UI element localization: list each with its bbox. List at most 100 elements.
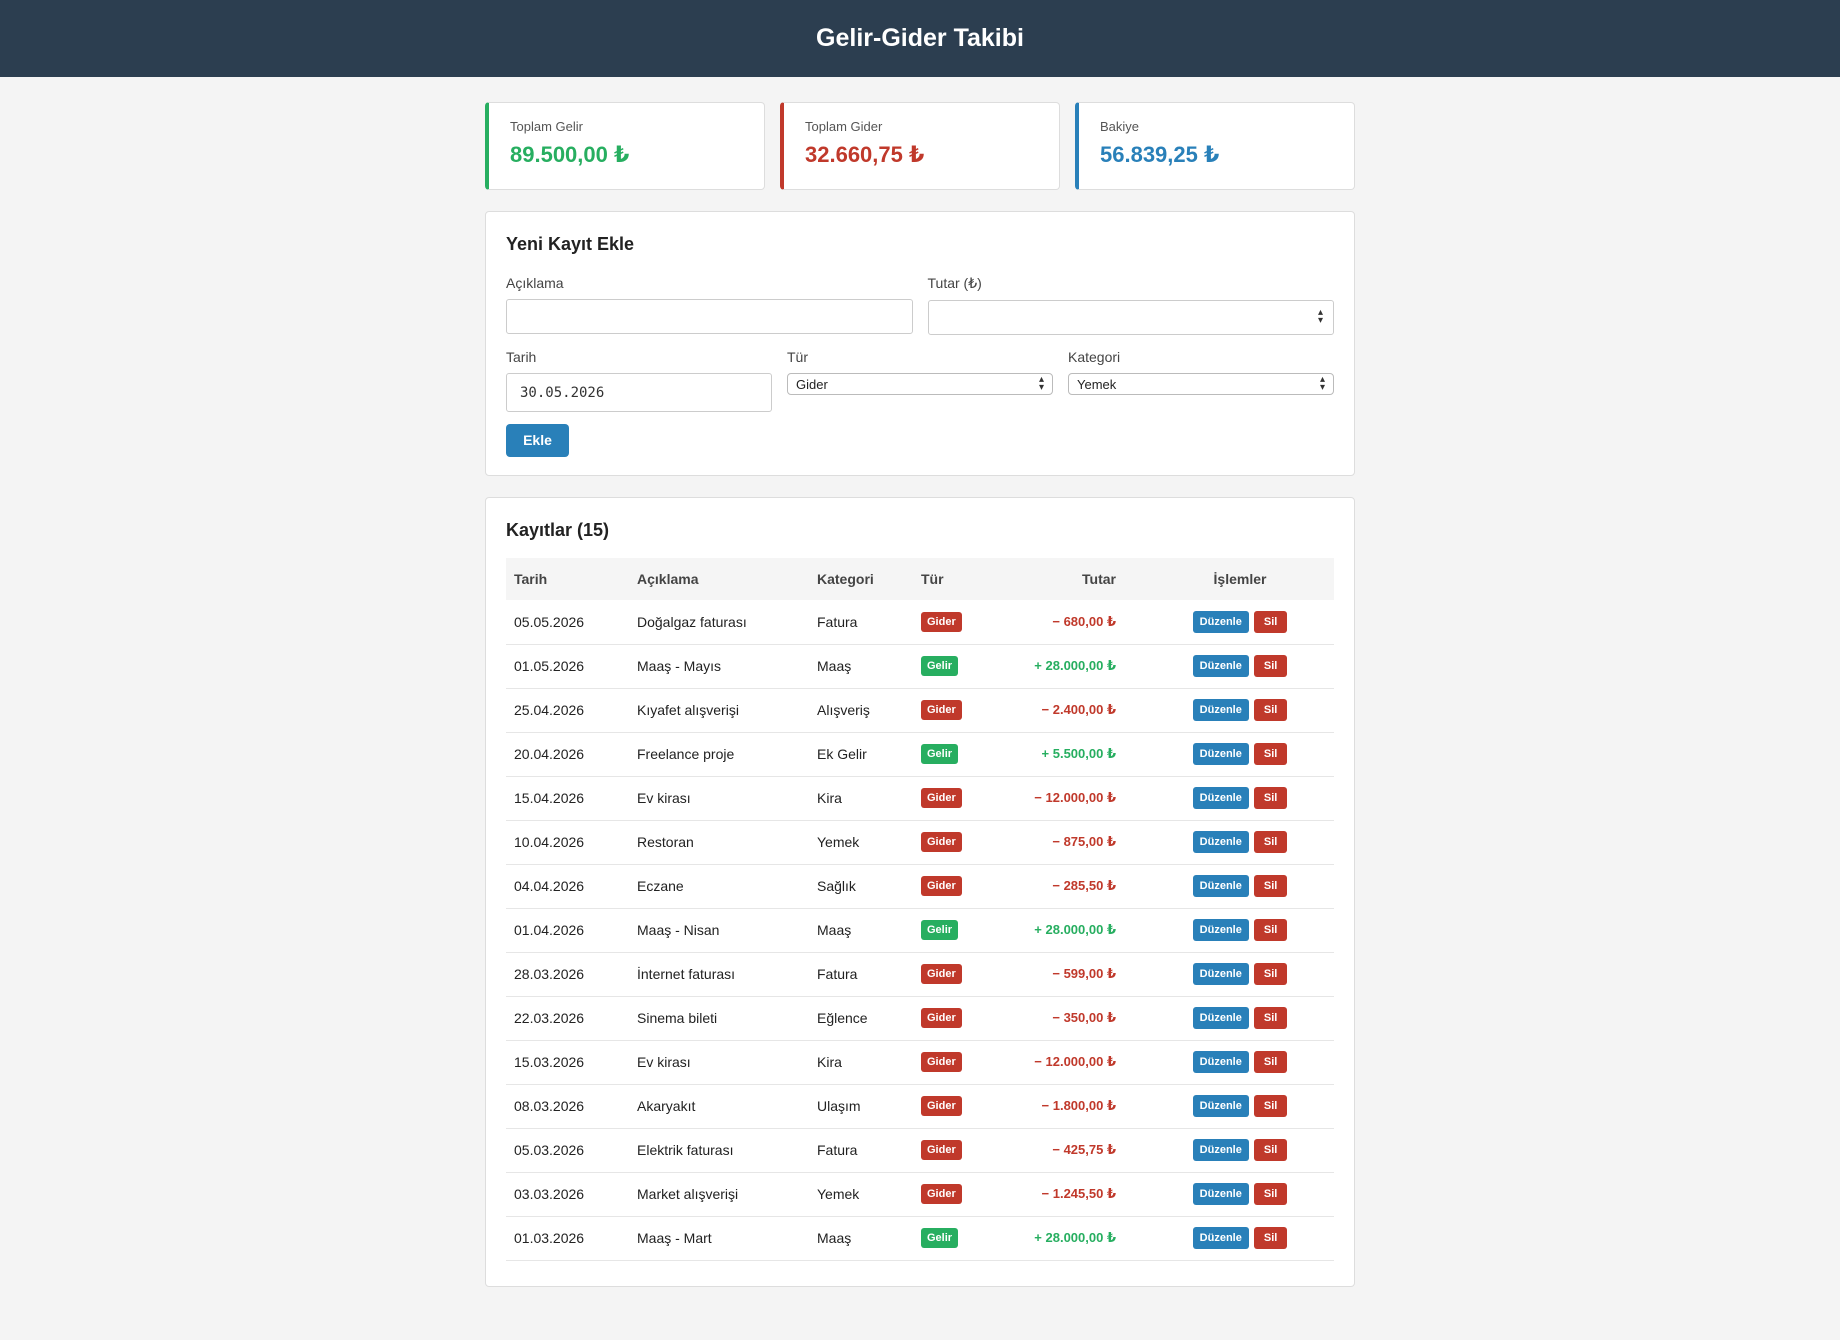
row-category: Yemek [809, 1172, 913, 1217]
edit-button[interactable]: Düzenle [1192, 743, 1249, 765]
delete-button[interactable]: Sil [1253, 787, 1288, 809]
row-actions: Düzenle Sil [1138, 864, 1334, 909]
row-description: Kıyafet alışverişi [629, 688, 809, 733]
description-label: Açıklama [506, 275, 564, 291]
row-amount: − 350,00 ₺ [995, 996, 1138, 1041]
description-field: Açıklama [506, 275, 913, 335]
delete-button[interactable]: Sil [1253, 610, 1288, 633]
edit-button[interactable]: Düzenle [1192, 919, 1249, 941]
row-amount: + 5.500,00 ₺ [995, 732, 1138, 777]
edit-button[interactable]: Düzenle [1192, 875, 1249, 897]
delete-button[interactable]: Sil [1253, 743, 1288, 765]
amount-input[interactable]: ▴ ▾ [927, 300, 1334, 335]
delete-button[interactable]: Sil [1253, 699, 1288, 721]
delete-button[interactable]: Sil [1253, 1139, 1288, 1161]
edit-button[interactable]: Düzenle [1192, 1095, 1249, 1117]
row-date: 15.03.2026 [506, 1040, 629, 1085]
chevron-updown-icon: ▴ ▾ [1319, 374, 1325, 393]
edit-button[interactable]: Düzenle [1192, 699, 1249, 721]
table-row: 05.03.2026 Elektrik faturası Fatura Gider − … [506, 1128, 1334, 1173]
type-label: Tür [787, 349, 808, 365]
table-row: 28.03.2026 İnternet faturası Fatura Gider − … [506, 952, 1334, 997]
col-header-type[interactable]: Tür [913, 558, 995, 600]
row-category: Sağlık [809, 864, 913, 909]
expense-label: Toplam Gider [805, 119, 883, 134]
col-header-category[interactable]: Kategori [809, 558, 913, 600]
row-category: Kira [809, 1040, 913, 1085]
col-header-amount[interactable]: Tutar [995, 558, 1138, 600]
row-category: Maaş [809, 1216, 913, 1261]
category-label: Kategori [1068, 349, 1121, 365]
row-amount: − 425,75 ₺ [995, 1128, 1138, 1173]
delete-button[interactable]: Sil [1253, 831, 1288, 853]
row-category: Fatura [809, 952, 913, 997]
edit-button[interactable]: Düzenle [1192, 787, 1249, 809]
income-card: Toplam Gelir 89.500,00 ₺ [485, 102, 765, 190]
edit-button[interactable]: Düzenle [1192, 831, 1249, 853]
delete-button[interactable]: Sil [1253, 963, 1288, 985]
edit-button[interactable]: Düzenle [1192, 1007, 1249, 1029]
category-field: Kategori Yemek ▴ ▾ [1068, 349, 1334, 412]
row-actions: Düzenle Sil [1138, 1040, 1334, 1085]
row-date: 05.03.2026 [506, 1128, 629, 1173]
row-description: Freelance proje [629, 732, 809, 777]
table-row: 20.04.2026 Freelance proje Ek Gelir Gelir + … [506, 732, 1334, 777]
delete-button[interactable]: Sil [1253, 1051, 1288, 1073]
table-row: 01.03.2026 Maaş - Mart Maaş Gelir + 28.000,0… [506, 1216, 1334, 1261]
row-description: Elektrik faturası [629, 1128, 809, 1173]
row-amount: − 1.245,50 ₺ [995, 1172, 1138, 1217]
row-description: Maaş - Nisan [629, 908, 809, 953]
number-spinner-icon[interactable]: ▴ ▾ [1318, 308, 1323, 326]
edit-button[interactable]: Düzenle [1192, 610, 1249, 633]
row-amount: − 12.000,00 ₺ [995, 1040, 1138, 1085]
row-date: 25.04.2026 [506, 688, 629, 733]
edit-button[interactable]: Düzenle [1192, 655, 1249, 677]
row-date: 28.03.2026 [506, 952, 629, 997]
delete-button[interactable]: Sil [1253, 1007, 1288, 1029]
edit-button[interactable]: Düzenle [1192, 1139, 1249, 1161]
edit-button[interactable]: Düzenle [1192, 1183, 1249, 1205]
col-header-description[interactable]: Açıklama [629, 558, 809, 600]
type-badge: Gider [921, 1008, 962, 1028]
row-description: Akaryakıt [629, 1084, 809, 1129]
table-row: 15.04.2026 Ev kirası Kira Gider − 12.000,00 … [506, 776, 1334, 821]
table-header-row: Tarih Açıklama Kategori Tür Tutar İşleml… [506, 558, 1334, 600]
type-badge: Gider [921, 611, 962, 632]
delete-button[interactable]: Sil [1253, 1095, 1288, 1117]
row-type-cell: Gelir [913, 644, 995, 689]
type-badge: Gider [921, 1096, 962, 1116]
table-row: 05.05.2026 Doğalgaz faturası Fatura Gider − … [506, 600, 1334, 645]
type-badge: Gider [921, 876, 962, 896]
table-row: 01.04.2026 Maaş - Nisan Maaş Gelir + 28.000,… [506, 908, 1334, 953]
delete-button[interactable]: Sil [1253, 875, 1288, 897]
row-amount: + 28.000,00 ₺ [995, 644, 1138, 689]
expense-card: Toplam Gider 32.660,75 ₺ [780, 102, 1060, 190]
row-date: 10.04.2026 [506, 820, 629, 865]
records-body: 05.05.2026 Doğalgaz faturası Fatura Gider − … [506, 600, 1334, 1261]
description-input[interactable] [506, 299, 913, 334]
edit-button[interactable]: Düzenle [1192, 1051, 1249, 1073]
row-amount: − 680,00 ₺ [995, 600, 1138, 645]
row-amount: + 28.000,00 ₺ [995, 1216, 1138, 1261]
edit-button[interactable]: Düzenle [1192, 1227, 1249, 1249]
delete-button[interactable]: Sil [1253, 919, 1288, 941]
income-value: 89.500,00 ₺ [510, 142, 630, 167]
col-header-date[interactable]: Tarih [506, 558, 629, 600]
row-category: Maaş [809, 908, 913, 953]
delete-button[interactable]: Sil [1253, 655, 1288, 677]
edit-button[interactable]: Düzenle [1192, 963, 1249, 985]
row-type-cell: Gider [913, 864, 995, 909]
delete-button[interactable]: Sil [1253, 1227, 1288, 1249]
delete-button[interactable]: Sil [1253, 1183, 1288, 1205]
type-select[interactable]: Gider ▴ ▾ [787, 373, 1053, 395]
category-select[interactable]: Yemek ▴ ▾ [1068, 373, 1334, 395]
row-type-cell: Gelir [913, 908, 995, 953]
date-input[interactable]: 30.05.2026 [506, 373, 772, 412]
row-date: 22.03.2026 [506, 996, 629, 1041]
row-actions: Düzenle Sil [1138, 952, 1334, 997]
row-actions: Düzenle Sil [1138, 908, 1334, 953]
add-button[interactable]: Ekle [506, 424, 569, 457]
row-category: Yemek [809, 820, 913, 865]
row-actions: Düzenle Sil [1138, 776, 1334, 821]
chevron-updown-icon: ▴ ▾ [1038, 374, 1044, 393]
